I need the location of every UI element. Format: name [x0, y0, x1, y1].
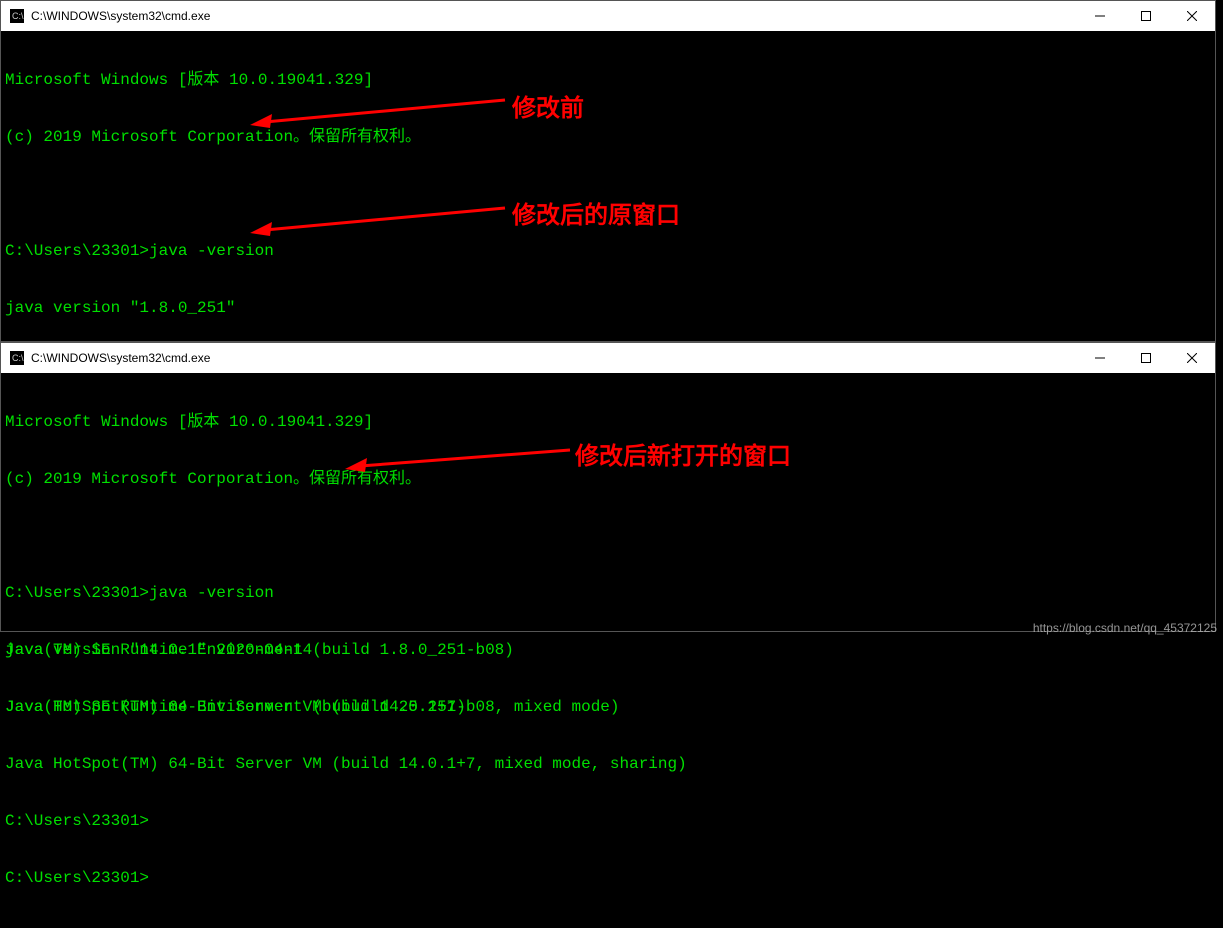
terminal-line [5, 812, 1211, 831]
terminal-line: Microsoft Windows [版本 10.0.19041.329] [5, 413, 1211, 432]
window-controls [1077, 1, 1215, 31]
terminal-line: java version "1.8.0_251" [5, 299, 1211, 318]
terminal-line: Java HotSpot(TM) 64-Bit Server VM (build… [5, 755, 1211, 774]
cmd-window-1: C:\ C:\WINDOWS\system32\cmd.exe Microsof… [0, 0, 1216, 342]
terminal-line: C:\Users\23301>java -version [5, 584, 1211, 603]
minimize-button[interactable] [1077, 1, 1123, 31]
close-button[interactable] [1169, 343, 1215, 373]
terminal-line: java version "14.0.1" 2020-04-14 [5, 641, 1211, 660]
watermark: https://blog.csdn.net/qq_45372125 [1033, 621, 1217, 635]
titlebar[interactable]: C:\ C:\WINDOWS\system32\cmd.exe [1, 1, 1215, 31]
terminal-line: Java(TM) SE Runtime Environment (build 1… [5, 698, 1211, 717]
terminal-line: (c) 2019 Microsoft Corporation。保留所有权利。 [5, 470, 1211, 489]
window-title: C:\WINDOWS\system32\cmd.exe [31, 9, 1077, 23]
maximize-button[interactable] [1123, 1, 1169, 31]
terminal-line: C:\Users\23301>java -version [5, 242, 1211, 261]
close-button[interactable] [1169, 1, 1215, 31]
terminal-line [5, 185, 1211, 204]
svg-text:C:\: C:\ [12, 353, 24, 363]
window-controls [1077, 343, 1215, 373]
cmd-icon: C:\ [9, 8, 25, 24]
window-title: C:\WINDOWS\system32\cmd.exe [31, 351, 1077, 365]
maximize-button[interactable] [1123, 343, 1169, 373]
minimize-button[interactable] [1077, 343, 1123, 373]
svg-text:C:\: C:\ [12, 11, 24, 21]
titlebar[interactable]: C:\ C:\WINDOWS\system32\cmd.exe [1, 343, 1215, 373]
terminal-line: C:\Users\23301> [5, 869, 1211, 888]
terminal-line [5, 527, 1211, 546]
terminal-line: Microsoft Windows [版本 10.0.19041.329] [5, 71, 1211, 90]
cmd-window-2: C:\ C:\WINDOWS\system32\cmd.exe Microsof… [0, 342, 1216, 632]
terminal-line: (c) 2019 Microsoft Corporation。保留所有权利。 [5, 128, 1211, 147]
cmd-icon: C:\ [9, 350, 25, 366]
terminal-output[interactable]: Microsoft Windows [版本 10.0.19041.329] (c… [1, 373, 1215, 928]
